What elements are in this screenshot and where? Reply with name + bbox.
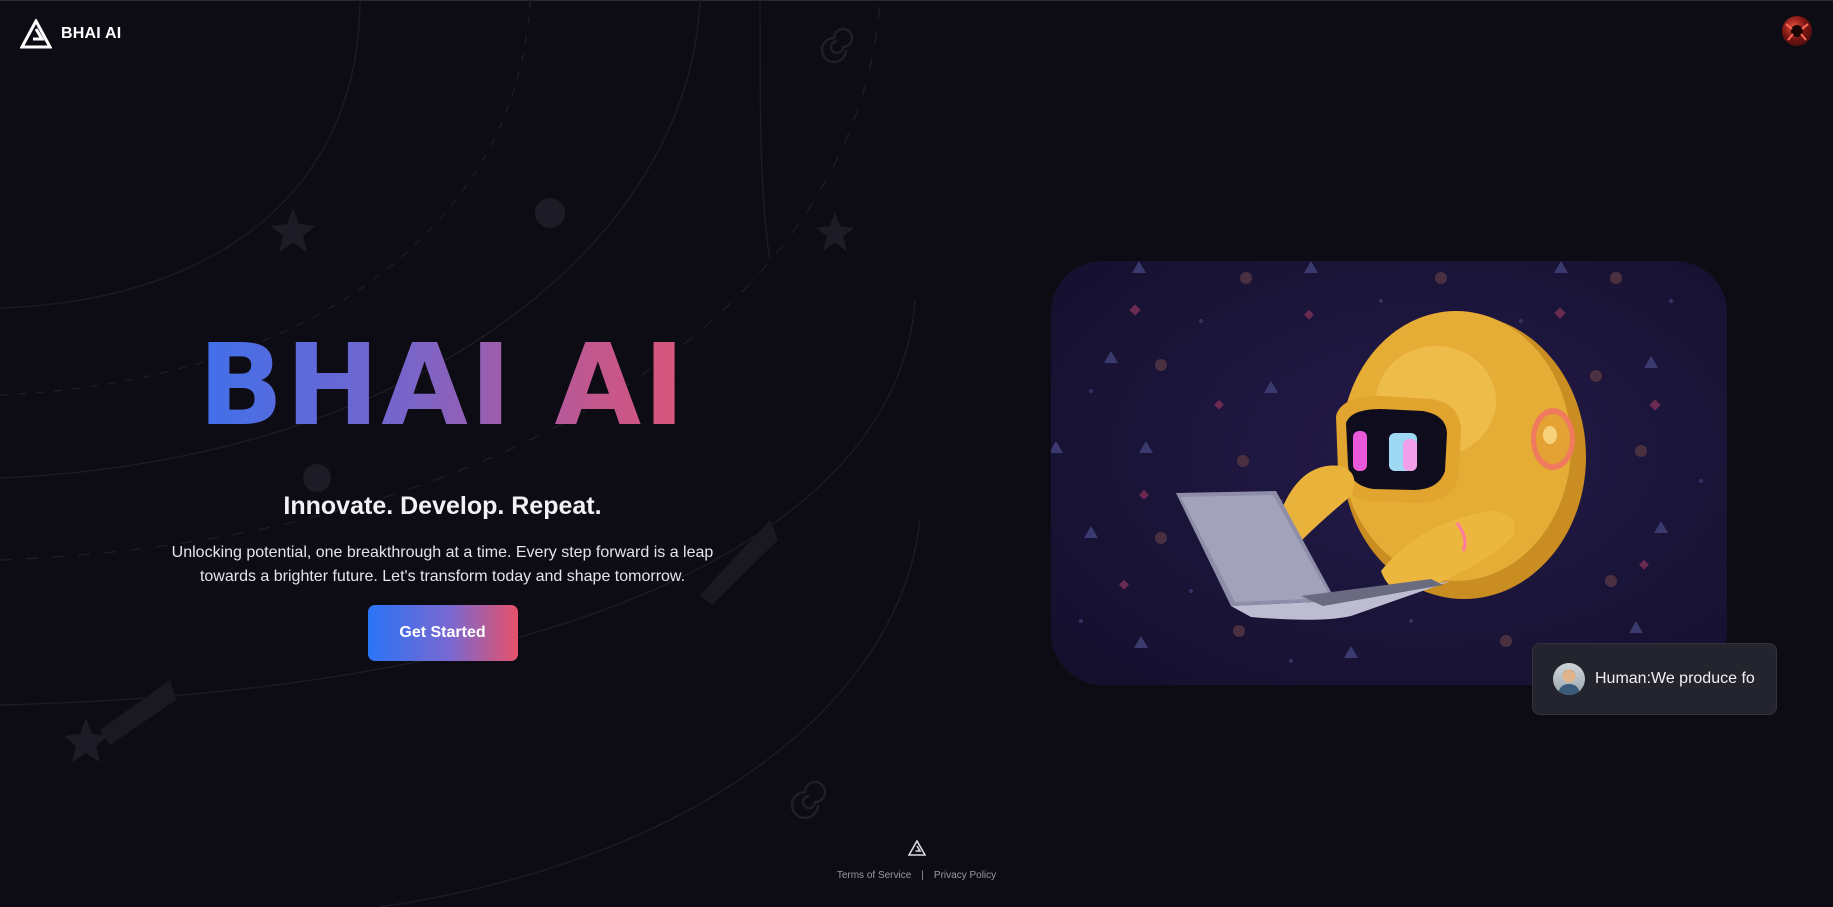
footer-links: Terms of Service | Privacy Policy (0, 870, 1833, 881)
footer: Terms of Service | Privacy Policy (0, 840, 1833, 881)
user-avatar[interactable] (1782, 16, 1812, 46)
brand-name: BHAI AI (61, 25, 122, 42)
hero-tagline: Innovate. Develop. Repeat. (283, 492, 602, 520)
chat-bubble[interactable]: Human:We produce fo (1532, 643, 1777, 715)
chat-message: Human:We produce fo (1595, 670, 1755, 687)
privacy-policy-link[interactable]: Privacy Policy (934, 870, 996, 881)
chat-avatar (1553, 663, 1585, 695)
triangle-logo-icon (20, 19, 52, 49)
hero-section: BHAI AI Innovate. Develop. Repeat. Unloc… (140, 320, 745, 661)
robot-illustration-card (1051, 261, 1727, 685)
hero-description: Unlocking potential, one breakthrough at… (171, 544, 714, 585)
terms-of-service-link[interactable]: Terms of Service (837, 870, 911, 881)
hero-title: BHAI AI (140, 320, 745, 452)
get-started-button[interactable]: Get Started (367, 605, 518, 661)
footer-separator: | (921, 870, 924, 881)
yellow-robot-with-laptop-icon (1051, 261, 1703, 673)
footer-logo-icon (907, 840, 926, 856)
brand[interactable]: BHAI AI (20, 19, 121, 49)
user-avatar-icon (1785, 23, 1809, 41)
person-avatar-icon (1558, 669, 1580, 695)
top-border (0, 0, 1833, 1)
